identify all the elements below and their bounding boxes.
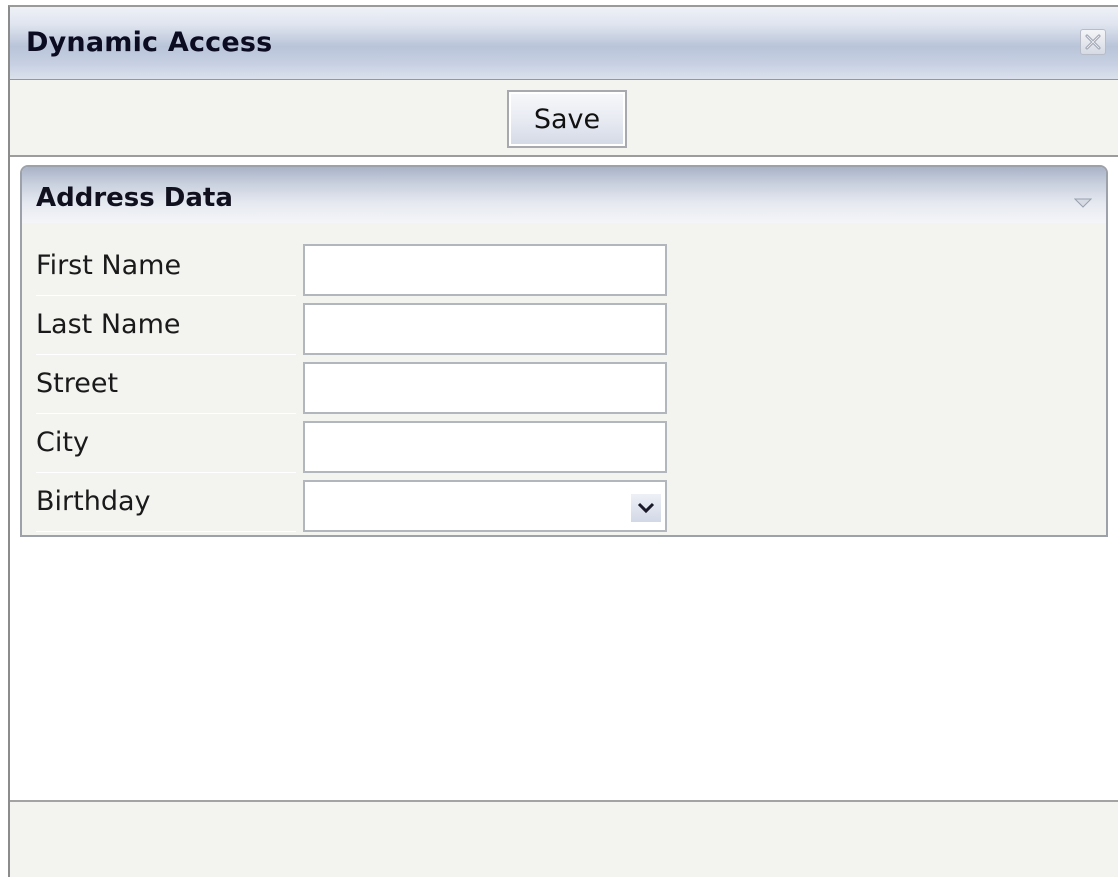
dynamic-access-window: Dynamic Access Save Address Data First N… [8,5,1118,877]
title-bar: Dynamic Access [10,7,1118,80]
window-title: Dynamic Access [26,27,273,58]
last-name-label: Last Name [36,295,296,355]
first-name-input[interactable] [303,244,667,296]
status-footer [10,800,1118,877]
panel-title: Address Data [36,183,233,213]
last-name-input[interactable] [303,303,667,355]
street-row: Street [22,354,1106,414]
last-name-row: Last Name [22,295,1106,355]
first-name-label: First Name [36,236,296,296]
address-data-panel: Address Data First Name Last Name Street… [20,165,1108,537]
birthday-row: Birthday [22,472,1106,532]
birthday-label: Birthday [36,472,296,532]
city-input[interactable] [303,421,667,473]
street-label: Street [36,354,296,414]
toolbar: Save [10,80,1118,157]
street-input[interactable] [303,362,667,414]
city-row: City [22,413,1106,473]
chevron-down-icon[interactable] [631,494,661,522]
panel-header[interactable]: Address Data [22,167,1106,223]
close-icon[interactable] [1080,29,1106,55]
save-button[interactable]: Save [507,90,627,148]
birthday-select[interactable] [303,480,667,532]
city-label: City [36,413,296,473]
first-name-row: First Name [22,236,1106,296]
collapse-triangle-icon[interactable] [1073,193,1093,212]
